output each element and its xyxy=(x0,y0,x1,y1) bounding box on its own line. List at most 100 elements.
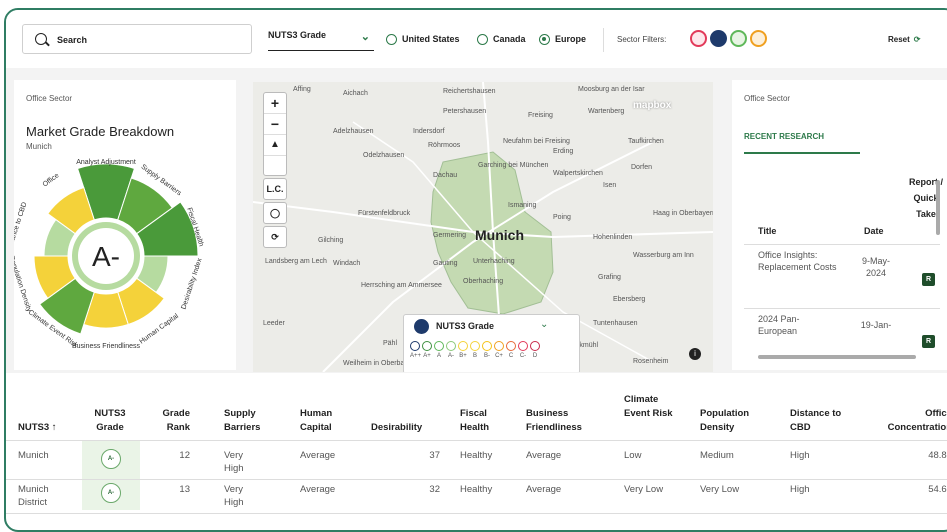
region-radio-canada[interactable]: Canada xyxy=(477,32,526,46)
chevron-down-icon[interactable]: ⌄ xyxy=(540,319,548,330)
map-place-label: Poing xyxy=(553,214,571,221)
office-icon[interactable] xyxy=(710,30,727,47)
grade-value: A- xyxy=(92,241,120,272)
chevron-down-icon: ⌄ xyxy=(360,31,370,43)
map-place-label: Leeder xyxy=(263,320,285,327)
map[interactable]: + − ▲ L.C. ◯ ⟳ Affing Aichach Reichertshau… xyxy=(253,82,713,372)
mapbox-logo: mapbox xyxy=(633,100,672,111)
region-label: United States xyxy=(402,34,460,44)
market-grade-panel: Office Sector Market Grade Breakdown Mun… xyxy=(14,80,236,370)
header-human[interactable]: Human Capital xyxy=(300,407,350,435)
header-concentration[interactable]: Office Concentration xyxy=(872,407,947,435)
region-radio-us[interactable]: United States xyxy=(386,32,460,46)
map-place-label: Dachau xyxy=(433,172,458,179)
research-date: 19-Jan- xyxy=(860,320,892,330)
map-place-label: Odelzhausen xyxy=(363,152,405,159)
map-place-label: Neufahrn bei Freising xyxy=(503,138,570,145)
cell-concentration: 48.81 xyxy=(928,450,947,461)
header-rank[interactable]: Grade Rank xyxy=(156,407,190,435)
cell-desirability: 32 xyxy=(429,484,440,495)
map-place-label: Erding xyxy=(553,148,574,155)
horizontal-scrollbar[interactable] xyxy=(758,355,916,359)
vertical-scrollbar[interactable] xyxy=(936,180,940,235)
legend-swatch xyxy=(530,341,540,351)
map-place-label: Ebersberg xyxy=(613,296,646,303)
reset-button[interactable]: Reset ⟳ xyxy=(888,35,921,44)
map-place-label: Gauting xyxy=(433,260,458,267)
residential-icon[interactable] xyxy=(750,30,767,47)
legend-swatch xyxy=(494,341,504,351)
header-distance[interactable]: Distance to CBD xyxy=(790,407,844,435)
legend-grade-label: D xyxy=(532,353,538,359)
header-fiscal[interactable]: Fiscal Health xyxy=(460,407,504,435)
cell-distance: High xyxy=(790,484,810,495)
cell-supply: Very High xyxy=(224,484,244,508)
radio-icon xyxy=(386,33,397,45)
grade-badge-icon: A- xyxy=(101,449,121,469)
col-report: Report / Quick Take xyxy=(908,177,943,219)
compass-icon[interactable]: ▲ xyxy=(264,135,286,156)
legend-swatch xyxy=(422,341,432,351)
map-place-label: Röhrmoos xyxy=(428,142,461,149)
header-supply[interactable]: Supply Barriers xyxy=(224,407,274,435)
legend-swatch xyxy=(446,341,456,351)
header-desirability[interactable]: Desirability xyxy=(371,421,422,435)
reset-label: Reset xyxy=(888,35,910,44)
legend-swatch xyxy=(470,341,480,351)
refresh-icon: ⟳ xyxy=(913,35,921,44)
info-icon[interactable]: i xyxy=(689,348,701,360)
report-icon[interactable]: R xyxy=(922,335,935,348)
zoom-out-button[interactable]: − xyxy=(264,114,286,135)
research-title: 2024 Pan-European xyxy=(758,314,800,336)
retail-icon[interactable] xyxy=(730,30,747,47)
report-icon[interactable]: R xyxy=(922,273,935,286)
research-panel: Office Sector RECENT RESEARCH Title Date… xyxy=(732,80,947,370)
tab-recent-research[interactable]: RECENT RESEARCH xyxy=(744,132,824,141)
search-input[interactable] xyxy=(55,30,249,50)
map-place-label: Gilching xyxy=(318,237,344,244)
sector-caption: Office Sector xyxy=(26,94,73,103)
cell-climate: Low xyxy=(624,450,642,461)
grade-dropdown-value: NUTS3 Grade xyxy=(268,30,327,40)
header-grade[interactable]: NUTS3 Grade xyxy=(88,407,132,435)
industrial-icon[interactable] xyxy=(690,30,707,47)
radial-segment-label: Analyst Adjustment xyxy=(76,159,136,166)
legend-swatch xyxy=(434,341,444,351)
radial-segment-label: Office xyxy=(42,172,61,188)
region-radio-europe[interactable]: Europe xyxy=(539,32,586,46)
research-row[interactable]: Office Insights: Replacement Costs 9-May… xyxy=(744,244,940,309)
legend-swatches xyxy=(410,341,540,351)
cell-business: Average xyxy=(526,484,562,495)
globe-icon[interactable]: ◯ xyxy=(263,202,287,224)
map-place-label: Garching bei München xyxy=(478,162,549,169)
map-place-label: Ismaning xyxy=(508,202,537,209)
map-place-label: Tuntenhausen xyxy=(593,320,638,327)
map-place-label: Reichertshausen xyxy=(443,88,496,95)
map-place-label: Wasserburg am Inn xyxy=(633,252,694,259)
header-climate[interactable]: Climate Event Risk xyxy=(624,393,674,421)
lc-button[interactable]: L.C. xyxy=(263,178,287,200)
map-place-label: Indersdorf xyxy=(413,128,445,135)
cell-name[interactable]: Munich District xyxy=(18,483,78,509)
map-place-label: Fürstenfeldbruck xyxy=(358,210,411,217)
map-place-label: Unterhaching xyxy=(473,258,515,265)
map-legend[interactable]: NUTS3 Grade ⌄ A++ A+ A A- B+ B B- C+ C C- D xyxy=(403,314,580,372)
munich-label: Munich xyxy=(475,227,524,243)
legend-grade-label: A+ xyxy=(423,353,431,359)
zoom-in-button[interactable]: + xyxy=(264,93,286,114)
map-place-label: Windach xyxy=(333,260,361,267)
header-population[interactable]: Population Density xyxy=(700,407,762,435)
legend-grade-label: A xyxy=(436,353,441,359)
legend-title: NUTS3 Grade xyxy=(436,321,495,331)
refresh-map-icon[interactable]: ⟳ xyxy=(263,226,287,248)
map-place-label: Haag in Oberbayern xyxy=(653,210,713,217)
cell-desirability: 37 xyxy=(429,450,440,461)
region-label: Canada xyxy=(493,34,526,44)
header-business[interactable]: Business Friendliness xyxy=(526,407,596,435)
cell-name[interactable]: Munich xyxy=(18,449,78,462)
research-row[interactable]: 2024 Pan-European 19-Jan- R xyxy=(744,308,940,349)
col-title: Title xyxy=(758,226,777,236)
search-box[interactable] xyxy=(22,24,252,54)
header-nuts3[interactable]: NUTS3 ↑ xyxy=(18,421,57,435)
grade-dropdown[interactable]: NUTS3 Grade ⌄ xyxy=(268,30,374,51)
